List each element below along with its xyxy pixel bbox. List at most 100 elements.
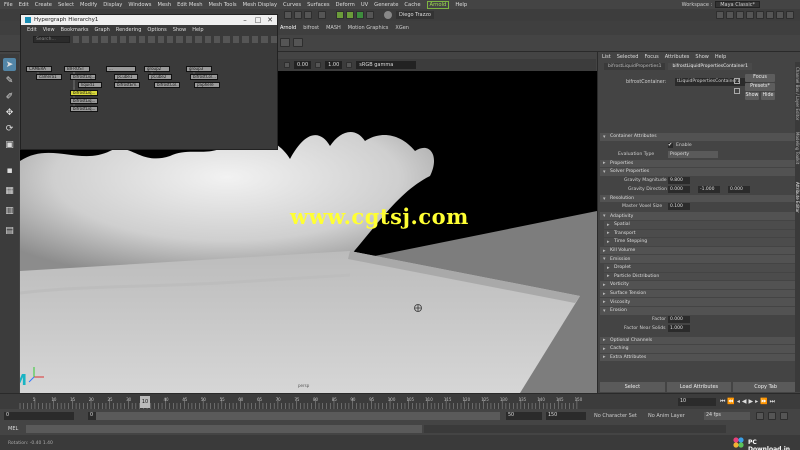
step-back-icon[interactable]: ⏪ (727, 398, 734, 406)
panel-toggle-icon[interactable] (746, 11, 754, 19)
hypergraph-node[interactable]: bifrostLiq... (70, 98, 98, 104)
gravity-magnitude-field[interactable]: 9.800 (668, 176, 690, 184)
hypergraph-node[interactable]: bifrostLiq... (70, 74, 96, 80)
layout-side-icon[interactable]: ▥ (3, 204, 16, 217)
hypergraph-menu-edit[interactable]: Edit (27, 27, 37, 33)
minimize-icon[interactable]: – (239, 15, 251, 25)
hypergraph-node[interactable]: pCube1 (114, 74, 138, 80)
toolbar-icon[interactable] (176, 36, 183, 43)
hypergraph-node[interactable]: group3 (186, 66, 212, 72)
toolbar-icon[interactable] (214, 36, 221, 43)
mel-label[interactable]: MEL (8, 426, 18, 432)
close-icon[interactable]: ✕ (264, 15, 276, 25)
hypergraph-node[interactable]: bifrostCol... (154, 82, 180, 88)
section-erosion[interactable]: Erosion (600, 306, 798, 315)
current-frame-marker[interactable]: 10 (140, 396, 150, 408)
hypergraph-menu-options[interactable]: Options (147, 27, 166, 33)
paint-select-icon[interactable]: ✐ (3, 90, 16, 103)
attribute-menu-attributes[interactable]: Attributes (665, 54, 690, 60)
section-vorticity[interactable]: Vorticity (600, 281, 798, 289)
menu-select[interactable]: Select (58, 2, 74, 8)
maximize-icon[interactable]: □ (252, 15, 264, 25)
shelf-tab-arnold[interactable]: Arnold (280, 25, 296, 31)
lasso-tool-icon[interactable]: ✎ (3, 74, 16, 87)
attribute-menu-show[interactable]: Show (695, 54, 709, 60)
hypergraph-menu-graph[interactable]: Graph (95, 27, 110, 33)
gamma-field[interactable]: 1.00 (325, 61, 343, 69)
enable-checkbox[interactable]: ✔ (668, 142, 673, 148)
gravity-direction-z[interactable]: 0.000 (728, 185, 750, 193)
hypergraph-node[interactable]: liquid1 (78, 82, 102, 88)
hypergraph-node[interactable]: ... (106, 66, 136, 72)
section-surface-tension[interactable]: Surface Tension (600, 289, 798, 298)
section-resolution[interactable]: Resolution (600, 194, 798, 203)
hypergraph-node[interactable]: BIFROST (64, 66, 90, 72)
panel-toggle-icon[interactable] (756, 11, 764, 19)
gravity-direction-y[interactable]: -1.000 (698, 185, 720, 193)
hypergraph-node-selected[interactable]: bifrostLiq... (70, 90, 98, 96)
side-tab-modeling-toolkit[interactable]: Modeling Toolkit (795, 132, 800, 164)
toolbar-icon[interactable] (185, 36, 193, 43)
side-tab-attribute-editor[interactable]: Attribute Editor (795, 182, 800, 213)
hypergraph-node[interactable]: bifrostEm... (114, 82, 140, 88)
attribute-menu-selected[interactable]: Selected (617, 54, 639, 60)
colorspace-dropdown[interactable]: sRGB gamma (356, 61, 417, 69)
gamma-toggle-icon[interactable] (315, 62, 322, 68)
auto-key-icon[interactable] (756, 412, 764, 420)
panel-toggle-icon[interactable] (786, 11, 794, 19)
toolbar-icon[interactable] (261, 36, 268, 43)
scene-end-field[interactable]: 150 (546, 412, 586, 420)
factor-field[interactable]: 0.000 (668, 315, 690, 323)
toolbar-icon[interactable] (129, 36, 136, 43)
node-output-icon[interactable] (734, 88, 740, 94)
section-transport[interactable]: Transport (604, 229, 798, 238)
toolbar-icon[interactable] (72, 36, 80, 43)
shelf-render-icon[interactable] (293, 38, 303, 47)
section-emission[interactable]: Emission (600, 255, 798, 263)
snap-grid-icon[interactable] (284, 11, 292, 19)
shelf-eye-icon[interactable] (280, 38, 290, 47)
copy-tab-button[interactable]: Copy Tab (733, 382, 799, 392)
workspace-dropdown[interactable]: Maya Classic* (715, 1, 760, 8)
hypergraph-menu-help[interactable]: Help (192, 27, 203, 33)
toolbar-icon[interactable] (148, 36, 155, 43)
command-input[interactable] (26, 425, 422, 433)
menu-help[interactable]: Help (455, 2, 467, 8)
audio-icon[interactable] (768, 412, 776, 420)
toolbar-icon[interactable] (138, 36, 146, 43)
attribute-menu-list[interactable]: List (602, 54, 611, 60)
gravity-direction-x[interactable]: 0.000 (668, 185, 690, 193)
toolbar-icon[interactable] (101, 36, 108, 43)
menu-curves[interactable]: Curves (283, 2, 301, 8)
play-back-icon[interactable]: ◀ (742, 398, 747, 406)
section-container-attributes[interactable]: Container Attributes (600, 133, 798, 141)
preferences-icon[interactable] (780, 412, 788, 420)
toolbar-icon[interactable] (110, 36, 117, 43)
show-button[interactable]: Show (745, 92, 759, 100)
menu-generate[interactable]: Generate (374, 2, 398, 8)
shelf-tab-motion-graphics[interactable]: Motion Graphics (348, 25, 389, 31)
toolbar-icon[interactable] (167, 36, 174, 43)
toolbar-icon[interactable] (91, 36, 99, 43)
shelf-tab-mash[interactable]: MASH (326, 25, 341, 31)
focus-button[interactable]: Focus (745, 74, 775, 82)
playback-end-field[interactable]: 50 (506, 412, 542, 420)
panel-toggle-icon[interactable] (736, 11, 744, 19)
tab-liquid-properties-container[interactable]: bifrostLiquidPropertiesContainer1 (668, 63, 752, 70)
gamma-icon[interactable] (284, 62, 290, 68)
anim-layer-dropdown[interactable]: No Anim Layer (648, 413, 685, 419)
toolbar-icon[interactable] (242, 36, 249, 43)
menu-cache[interactable]: Cache (404, 2, 420, 8)
toolbar-icon[interactable] (157, 36, 165, 43)
menu-modify[interactable]: Modify (80, 2, 97, 8)
user-dropdown[interactable]: Diego Trazzo (396, 11, 434, 19)
evaluation-type-dropdown[interactable]: Property (668, 150, 718, 158)
presets-button[interactable]: Presets* (745, 83, 775, 91)
render-settings-icon[interactable] (356, 11, 364, 19)
go-end-icon[interactable]: ⏭ (770, 398, 775, 406)
hypergraph-node[interactable]: bifrostCol... (190, 74, 218, 80)
hypergraph-node[interactable]: camera1 (36, 74, 62, 80)
master-voxel-field[interactable]: 0.100 (668, 203, 690, 211)
menu-arnold[interactable]: Arnold (426, 0, 450, 9)
menu-create[interactable]: Create (35, 2, 52, 8)
